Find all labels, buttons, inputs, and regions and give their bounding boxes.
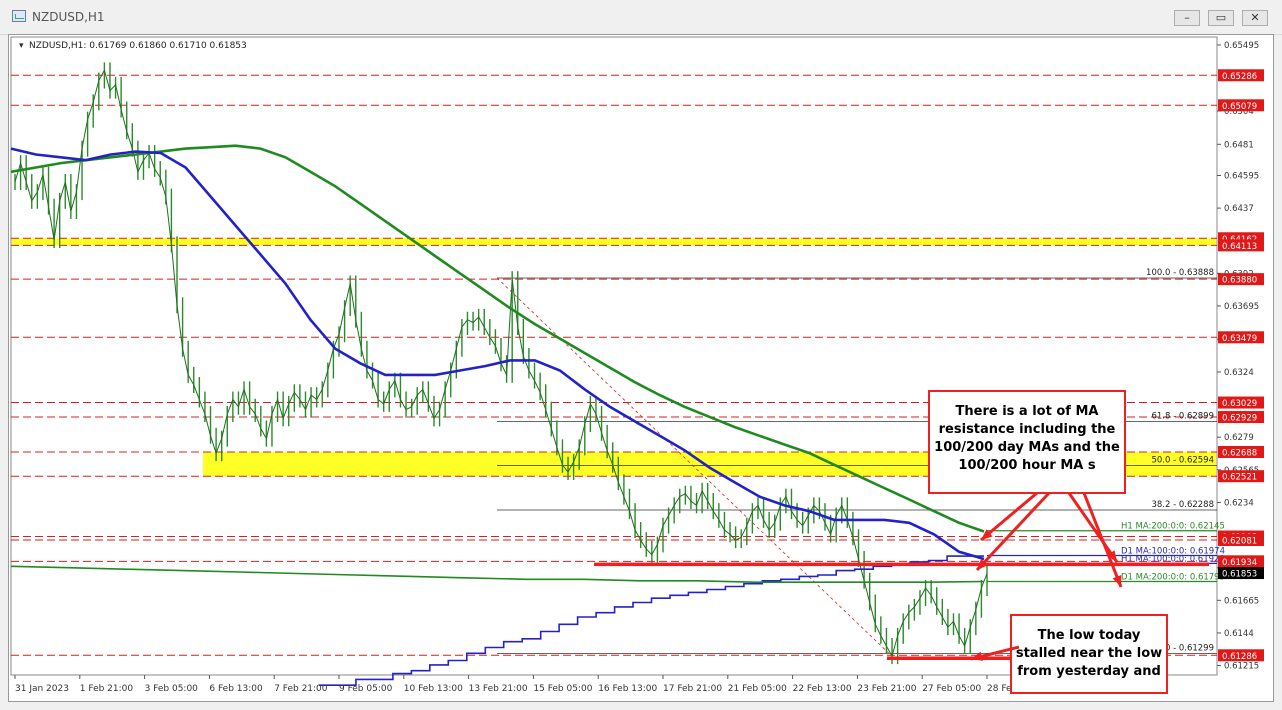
y-tick-label: 0.6279: [1224, 433, 1254, 443]
chart-area[interactable]: 100.0 - 0.63888 61.8 - 0.62899 50.0 - 0.62…: [8, 34, 1274, 702]
x-tick-label: 3 Feb 05:00: [145, 684, 199, 694]
ma-resistance-note-text: resistance including the: [939, 422, 1116, 437]
fib-label: 61.8 - 0.62899: [1151, 411, 1214, 421]
price-tag-label: 0.62929: [1222, 414, 1257, 424]
x-tick-label: 6 Feb 13:00: [209, 684, 263, 694]
x-tick-label: 16 Feb 13:00: [598, 684, 657, 694]
x-tick-label: 21 Feb 05:00: [728, 684, 787, 694]
window-titlebar: NZDUSD,H1 – ▭ ✕: [0, 0, 1282, 35]
price-tag-label: 0.65079: [1222, 102, 1257, 112]
y-tick-label: 0.6481: [1224, 140, 1254, 150]
x-tick-label: 13 Feb 21:00: [469, 684, 528, 694]
price-tag-label: 0.63479: [1222, 334, 1257, 344]
ma-label: H1 MA:200:0:0: 0.62145: [1121, 522, 1225, 532]
price-chart[interactable]: 100.0 - 0.63888 61.8 - 0.62899 50.0 - 0.62…: [9, 35, 1273, 701]
y-tick-label: 0.63695: [1224, 302, 1259, 312]
x-tick-label: 10 Feb 13:00: [404, 684, 463, 694]
y-tick-label: 0.6234: [1224, 498, 1254, 508]
close-button[interactable]: ✕: [1242, 10, 1268, 26]
y-tick-label: 0.65495: [1224, 41, 1259, 51]
fib-label: 50.0 - 0.62594: [1151, 456, 1214, 466]
ma-resistance-note-text: 100/200 day MAs and the: [934, 440, 1120, 455]
ma-resistance-note-text: There is a lot of MA: [956, 404, 1099, 419]
price-tag-label: 0.62688: [1222, 448, 1257, 458]
low-stall-note-text: stalled near the low: [1016, 646, 1162, 661]
x-tick-label: 27 Feb 05:00: [922, 684, 981, 694]
x-tick-label: 17 Feb 21:00: [663, 684, 722, 694]
x-tick-label: 31 Jan 2023: [15, 684, 69, 694]
price-tag-label: 0.64113: [1222, 242, 1257, 252]
plot-frame: [10, 36, 1218, 676]
support-zone: [12, 238, 1216, 246]
x-tick-label: 9 Feb 05:00: [339, 684, 393, 694]
x-tick-label: 7 Feb 21:00: [274, 684, 328, 694]
fib-label: 100.0 - 0.63888: [1146, 268, 1214, 278]
price-tag-label: 0.62081: [1222, 537, 1257, 547]
x-tick-label: 15 Feb 05:00: [533, 684, 592, 694]
restore-button[interactable]: ▭: [1208, 10, 1234, 26]
y-tick-label: 0.61215: [1224, 662, 1259, 672]
price-tag-label: 0.61934: [1222, 558, 1257, 568]
price-tag-label: 0.63029: [1222, 399, 1257, 409]
minimize-button[interactable]: –: [1174, 10, 1200, 26]
price-tag-label: 0.62521: [1222, 473, 1257, 483]
x-tick-label: 22 Feb 13:00: [793, 684, 852, 694]
window-title: NZDUSD,H1: [32, 10, 105, 24]
price-tag-label: 0.61853: [1222, 570, 1257, 580]
y-tick-label: 0.64595: [1224, 171, 1259, 181]
price-tag-label: 0.63880: [1222, 276, 1257, 286]
x-tick-label: 1 Feb 21:00: [80, 684, 134, 694]
fib-label: 38.2 - 0.62288: [1151, 500, 1214, 510]
y-tick-label: 0.6324: [1224, 368, 1254, 378]
symbol-menu-icon: ▾: [19, 41, 24, 51]
y-tick-label: 0.6144: [1224, 629, 1254, 639]
y-tick-label: 0.61665: [1224, 596, 1259, 606]
price-tag-label: 0.61286: [1222, 652, 1257, 662]
ma-resistance-note-text: 100/200 hour MA s: [958, 458, 1095, 473]
symbol-header: NZDUSD,H1: 0.61769 0.61860 0.61710 0.618…: [29, 41, 247, 51]
ma-label: D1 MA:200:0:0: 0.61795: [1121, 572, 1225, 582]
x-tick-label: 23 Feb 21:00: [857, 684, 916, 694]
low-stall-note-text: from yesterday and: [1017, 664, 1161, 679]
price-tag-label: 0.65286: [1222, 72, 1257, 82]
chart-window-icon: [12, 10, 26, 22]
low-stall-note-text: The low today: [1038, 628, 1141, 643]
y-tick-label: 0.6437: [1224, 204, 1254, 214]
